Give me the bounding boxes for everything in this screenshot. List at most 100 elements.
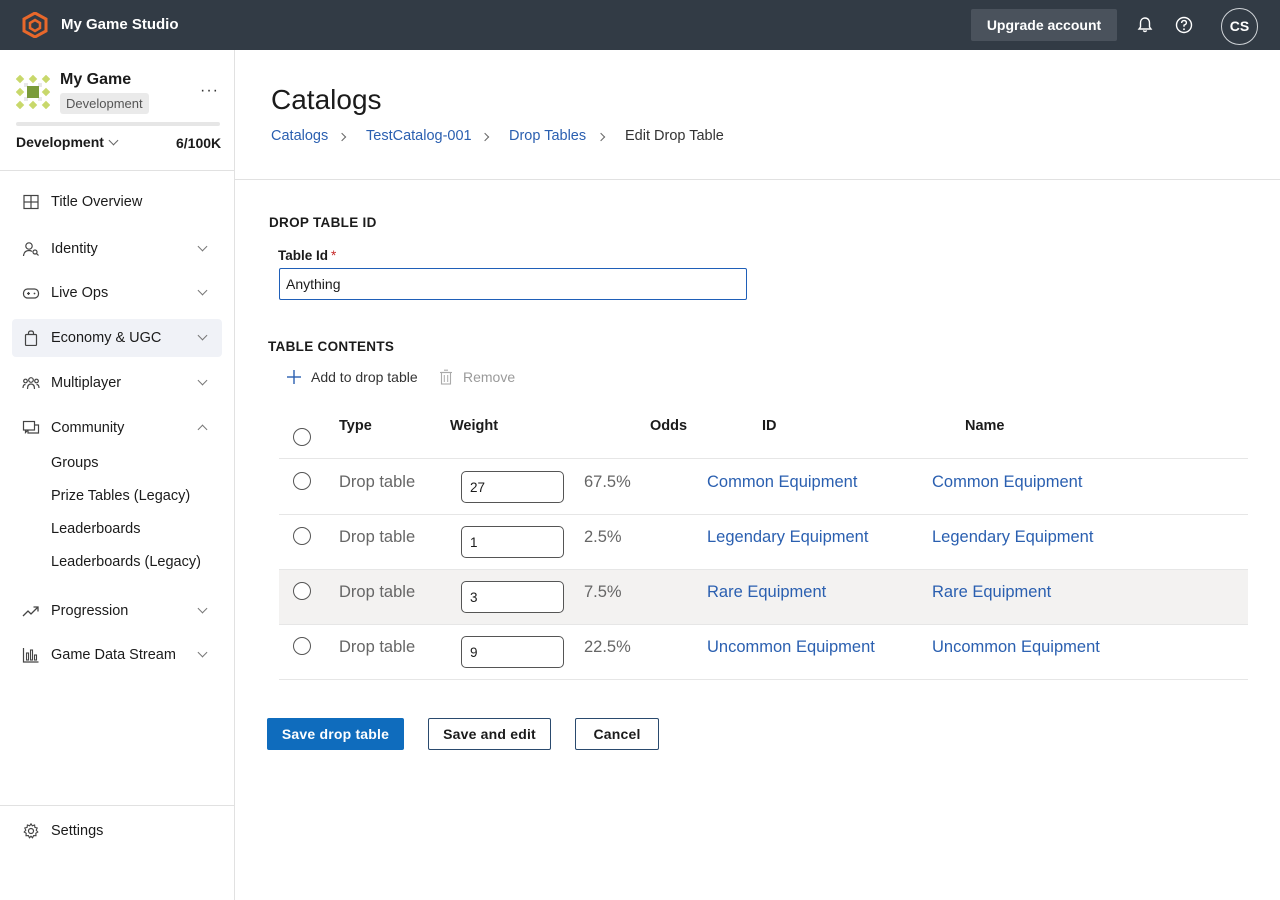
chevron-right-icon <box>480 132 490 142</box>
sidebar-item-progression[interactable]: Progression <box>12 592 222 630</box>
chevron-right-icon <box>596 132 606 142</box>
row-select-radio[interactable] <box>293 527 311 545</box>
row-odds: 2.5% <box>584 528 622 546</box>
page-title: Catalogs <box>271 84 382 115</box>
table-id-label: Table Id * <box>278 248 336 263</box>
shopping-bag-icon <box>24 330 38 346</box>
sidebar-item-label: Game Data Stream <box>51 647 176 663</box>
user-avatar[interactable]: CS <box>1221 8 1258 45</box>
sidebar-subitem-leaderboards-legacy[interactable]: Leaderboards (Legacy) <box>51 554 201 570</box>
section-title-drop-table-id: DROP TABLE ID <box>269 215 377 230</box>
row-select-radio[interactable] <box>293 637 311 655</box>
sidebar-item-title-overview[interactable]: Title Overview <box>12 183 222 221</box>
weight-input[interactable] <box>461 471 564 503</box>
plus-icon <box>287 370 301 384</box>
weight-input[interactable] <box>461 581 564 613</box>
sidebar-subitem-leaderboards[interactable]: Leaderboards <box>51 521 141 537</box>
sidebar-item-label: Multiplayer <box>51 375 122 391</box>
chevron-down-icon <box>197 375 208 386</box>
sidebar-item-settings[interactable]: Settings <box>12 812 222 850</box>
chevron-down-icon <box>197 330 208 341</box>
row-name-link[interactable]: Rare Equipment <box>932 583 1051 602</box>
more-options-icon[interactable]: ··· <box>200 82 219 100</box>
sidebar-subitem-groups[interactable]: Groups <box>51 455 99 471</box>
header-weight[interactable]: Weight <box>450 418 498 434</box>
chevron-down-icon <box>197 603 208 614</box>
row-select-radio[interactable] <box>293 582 311 600</box>
row-select-radio[interactable] <box>293 472 311 490</box>
row-type: Drop table <box>339 583 416 601</box>
upgrade-account-button[interactable]: Upgrade account <box>971 9 1117 41</box>
row-id-link[interactable]: Common Equipment <box>707 473 857 492</box>
sidebar-subitem-prize-tables-legacy[interactable]: Prize Tables (Legacy) <box>51 488 190 504</box>
sidebar-item-label: Identity <box>51 241 98 257</box>
help-icon[interactable] <box>1174 15 1194 35</box>
grid-icon <box>23 194 39 210</box>
row-type: Drop table <box>339 638 416 656</box>
sidebar-item-economy-ugc[interactable]: Economy & UGC <box>12 319 222 357</box>
header-type[interactable]: Type <box>339 418 372 434</box>
header-divider <box>235 179 1280 180</box>
sidebar-item-label: Community <box>51 420 125 436</box>
chevron-down-icon <box>197 241 208 252</box>
table-id-input[interactable] <box>279 268 747 300</box>
table-row[interactable]: Drop table 22.5% Uncommon Equipment Unco… <box>279 625 1248 680</box>
gamepad-icon <box>22 288 40 299</box>
sidebar-item-label: Progression <box>51 603 129 619</box>
add-to-drop-table-button[interactable]: Add to drop table <box>286 369 418 385</box>
add-to-drop-table-label: Add to drop table <box>311 369 418 385</box>
usage-progress-bar <box>16 122 220 126</box>
table-row[interactable]: Drop table 2.5% Legendary Equipment Lege… <box>279 515 1248 570</box>
person-key-icon <box>22 242 39 257</box>
row-id-link[interactable]: Uncommon Equipment <box>707 638 875 657</box>
app-title[interactable]: My Game Studio <box>61 16 179 33</box>
sidebar-item-identity[interactable]: Identity <box>12 230 222 268</box>
breadcrumb-catalogs[interactable]: Catalogs <box>271 128 328 144</box>
header-name[interactable]: Name <box>965 418 1005 434</box>
header-id[interactable]: ID <box>762 418 777 434</box>
row-id-link[interactable]: Rare Equipment <box>707 583 826 602</box>
weight-input[interactable] <box>461 636 564 668</box>
row-type: Drop table <box>339 473 416 491</box>
sidebar-item-label: Title Overview <box>51 194 143 210</box>
environment-select[interactable]: Development <box>16 134 119 150</box>
sidebar-item-game-data-stream[interactable]: Game Data Stream <box>12 636 222 674</box>
sidebar-item-multiplayer[interactable]: Multiplayer <box>12 364 222 402</box>
row-odds: 7.5% <box>584 583 622 601</box>
header-odds[interactable]: Odds <box>650 418 687 434</box>
breadcrumb-catalog[interactable]: TestCatalog-001 <box>366 128 472 144</box>
remove-button[interactable]: Remove <box>438 369 515 385</box>
sidebar-item-label: Economy & UGC <box>51 330 162 346</box>
chevron-down-icon <box>197 647 208 658</box>
studio-logo-icon[interactable] <box>22 12 48 38</box>
sidebar-item-label: Live Ops <box>51 285 109 301</box>
grid-header: Type Weight Odds ID Name <box>279 405 1248 459</box>
row-odds: 22.5% <box>584 638 631 656</box>
environment-badge: Development <box>60 93 149 114</box>
sidebar-item-live-ops[interactable]: Live Ops <box>12 274 222 312</box>
chevron-down-icon <box>197 285 208 296</box>
row-odds: 67.5% <box>584 473 631 491</box>
select-all-radio[interactable] <box>293 428 311 446</box>
settings-label: Settings <box>51 823 104 839</box>
bar-chart-icon <box>22 648 39 663</box>
row-id-link[interactable]: Legendary Equipment <box>707 528 868 547</box>
breadcrumb-drop-tables[interactable]: Drop Tables <box>509 128 586 144</box>
chevron-right-icon <box>337 132 347 142</box>
bell-icon[interactable] <box>1135 15 1155 35</box>
breadcrumb-current: Edit Drop Table <box>625 128 724 144</box>
cancel-button[interactable]: Cancel <box>575 718 659 750</box>
sidebar-item-community[interactable]: Community <box>12 409 222 447</box>
row-name-link[interactable]: Common Equipment <box>932 473 1082 492</box>
row-name-link[interactable]: Legendary Equipment <box>932 528 1093 547</box>
chevron-down-icon <box>108 135 119 146</box>
weight-input[interactable] <box>461 526 564 558</box>
table-row[interactable]: Drop table 67.5% Common Equipment Common… <box>279 460 1248 515</box>
game-name: My Game <box>60 71 132 88</box>
table-row[interactable]: Drop table 7.5% Rare Equipment Rare Equi… <box>279 570 1248 625</box>
usage-count: 6/100K <box>176 135 222 151</box>
save-drop-table-button[interactable]: Save drop table <box>267 718 404 750</box>
save-and-edit-button[interactable]: Save and edit <box>428 718 551 750</box>
gear-icon <box>23 823 39 839</box>
row-name-link[interactable]: Uncommon Equipment <box>932 638 1100 657</box>
